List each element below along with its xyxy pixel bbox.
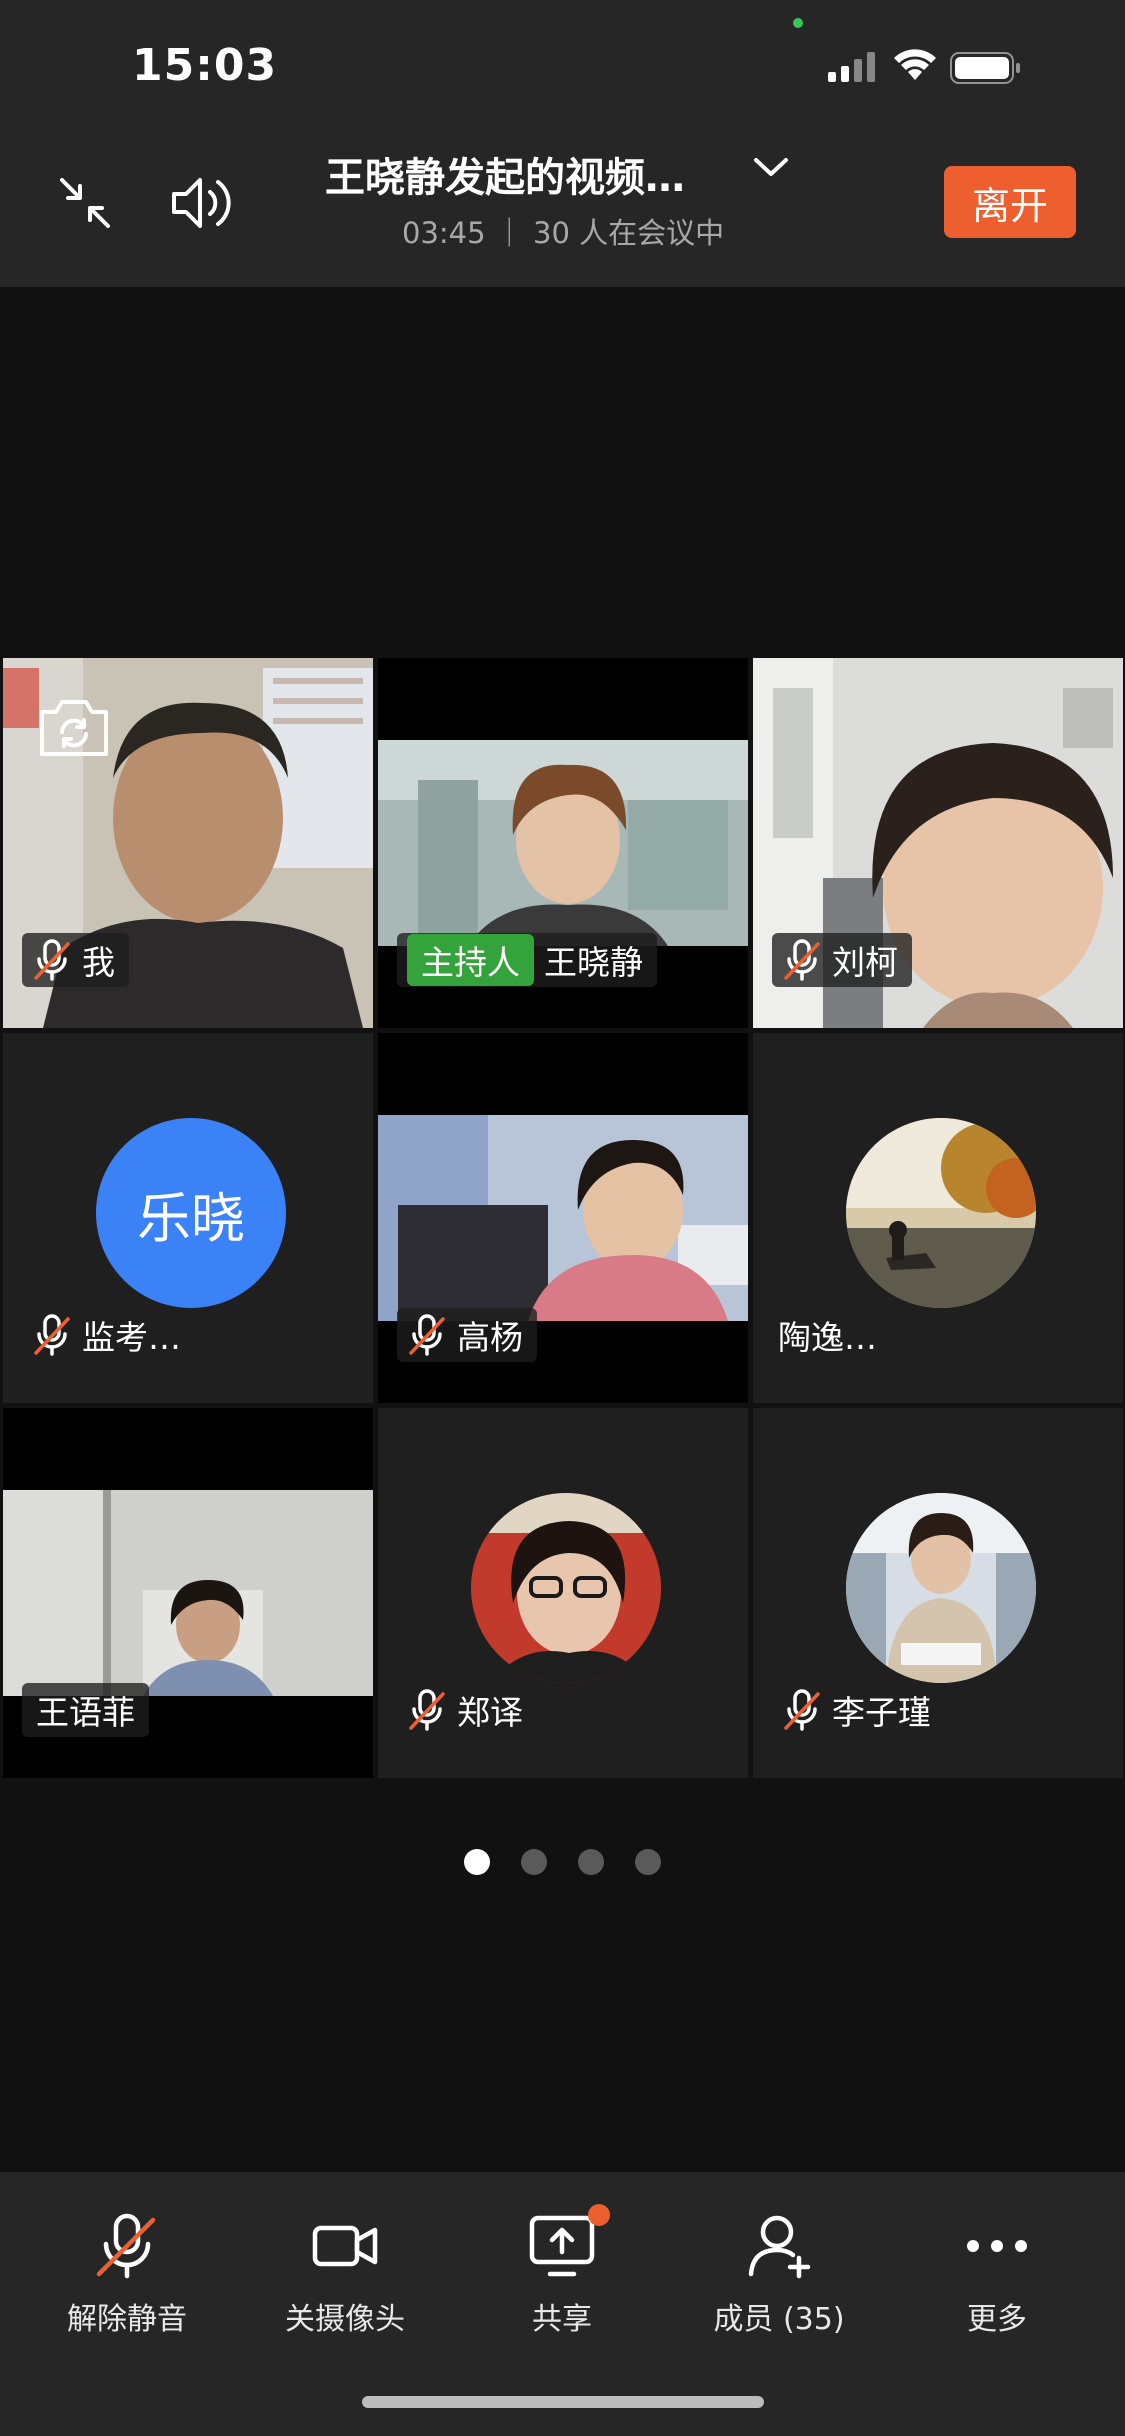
host-badge: 主持人 <box>407 934 534 986</box>
video-tile-gaoyang[interactable]: 高杨 <box>378 1033 748 1403</box>
muted-mic-icon <box>784 1689 820 1731</box>
unmute-label: 解除静音 <box>67 2302 187 2337</box>
participant-label: 刘柯 <box>772 933 912 987</box>
status-time: 15:03 <box>132 40 278 91</box>
participant-name: 王晓静 <box>544 943 643 982</box>
video-tile-me[interactable]: 我 <box>3 658 373 1028</box>
members-button[interactable]: 成员 (35) <box>679 2212 879 2352</box>
muted-mic-icon <box>409 1314 445 1356</box>
page-dot-2[interactable] <box>521 1849 547 1875</box>
meeting-header: 王晓静发起的视频… 03:45 ｜ 30 人在会议中 离开 <box>0 130 1125 287</box>
video-camera-icon <box>312 2225 378 2267</box>
muted-mic-icon <box>34 1314 70 1356</box>
share-notification-dot <box>588 2204 610 2226</box>
video-tile-jiankao[interactable]: 乐晓 监考… <box>3 1033 373 1403</box>
page-dot-1[interactable] <box>464 1849 490 1875</box>
participant-name: 刘柯 <box>832 943 898 982</box>
participant-name: 监考… <box>82 1318 181 1357</box>
camera-feed-wangyufei <box>3 1490 373 1696</box>
camera-off-button[interactable]: 关摄像头 <box>245 2212 445 2352</box>
meeting-title[interactable]: 王晓静发起的视频… <box>325 145 685 203</box>
participant-name: 高杨 <box>457 1318 523 1357</box>
share-screen-icon <box>529 2215 595 2277</box>
participant-label: 高杨 <box>397 1308 537 1362</box>
chevron-down-icon[interactable] <box>752 152 790 182</box>
muted-mic-icon <box>34 939 70 981</box>
members-label: 成员 (35) <box>713 2302 845 2337</box>
participant-name: 郑译 <box>457 1693 523 1732</box>
more-label: 更多 <box>967 2302 1027 2337</box>
avatar <box>846 1493 1036 1683</box>
camera-feed-host <box>378 740 748 946</box>
switch-camera-icon[interactable] <box>38 696 110 758</box>
status-bar: 15:03 <box>0 0 1125 130</box>
video-tile-liuke[interactable]: 刘柯 <box>753 658 1123 1028</box>
share-label: 共享 <box>532 2302 592 2337</box>
participant-name: 陶逸… <box>778 1318 877 1357</box>
video-tile-lizijin[interactable]: 李子瑾 <box>753 1408 1123 1778</box>
leave-button[interactable]: 离开 <box>944 166 1076 238</box>
participant-label: 我 <box>22 933 129 987</box>
unmute-button[interactable]: 解除静音 <box>27 2212 227 2352</box>
muted-mic-icon <box>96 2213 156 2279</box>
participant-name: 李子瑾 <box>832 1693 931 1732</box>
participant-name: 我 <box>82 943 115 982</box>
participant-label: 陶逸… <box>772 1308 891 1362</box>
muted-mic-icon <box>409 1689 445 1731</box>
avatar <box>846 1118 1036 1308</box>
video-tile-taoyi[interactable]: 陶逸… <box>753 1033 1123 1403</box>
participant-label: 李子瑾 <box>772 1683 945 1737</box>
battery-icon <box>950 52 1020 84</box>
page-dot-3[interactable] <box>578 1849 604 1875</box>
participant-name: 王语菲 <box>36 1693 135 1732</box>
home-indicator[interactable] <box>362 2396 764 2408</box>
participant-label: 郑译 <box>397 1683 537 1737</box>
more-dots-icon <box>967 2240 1027 2252</box>
page-dot-4[interactable] <box>635 1849 661 1875</box>
wifi-icon <box>894 49 936 80</box>
share-button[interactable]: 共享 <box>462 2212 662 2352</box>
avatar: 乐晓 <box>96 1118 286 1308</box>
video-tile-zhengyi[interactable]: 郑译 <box>378 1408 748 1778</box>
speaker-icon[interactable] <box>170 172 236 234</box>
cellular-signal-icon <box>828 52 875 82</box>
participant-label: 王语菲 <box>22 1683 149 1737</box>
participant-label: 主持人 王晓静 <box>397 933 657 987</box>
camera-feed-gaoyang <box>378 1115 748 1321</box>
participant-label: 监考… <box>22 1308 195 1362</box>
avatar <box>471 1493 661 1683</box>
camera-off-label: 关摄像头 <box>285 2302 405 2337</box>
video-grid: 我 主持人 王晓静 刘柯 乐晓 监考… 高杨 陶逸… 王语菲 郑译 李子瑾 <box>0 655 1125 1780</box>
more-button[interactable]: 更多 <box>897 2212 1097 2352</box>
privacy-indicator <box>793 18 803 28</box>
muted-mic-icon <box>784 939 820 981</box>
add-member-icon <box>748 2215 811 2279</box>
meeting-status: 03:45 ｜ 30 人在会议中 <box>402 216 725 250</box>
minimize-icon[interactable] <box>58 176 112 230</box>
video-tile-host[interactable]: 主持人 王晓静 <box>378 658 748 1028</box>
video-tile-wangyufei[interactable]: 王语菲 <box>3 1408 373 1778</box>
